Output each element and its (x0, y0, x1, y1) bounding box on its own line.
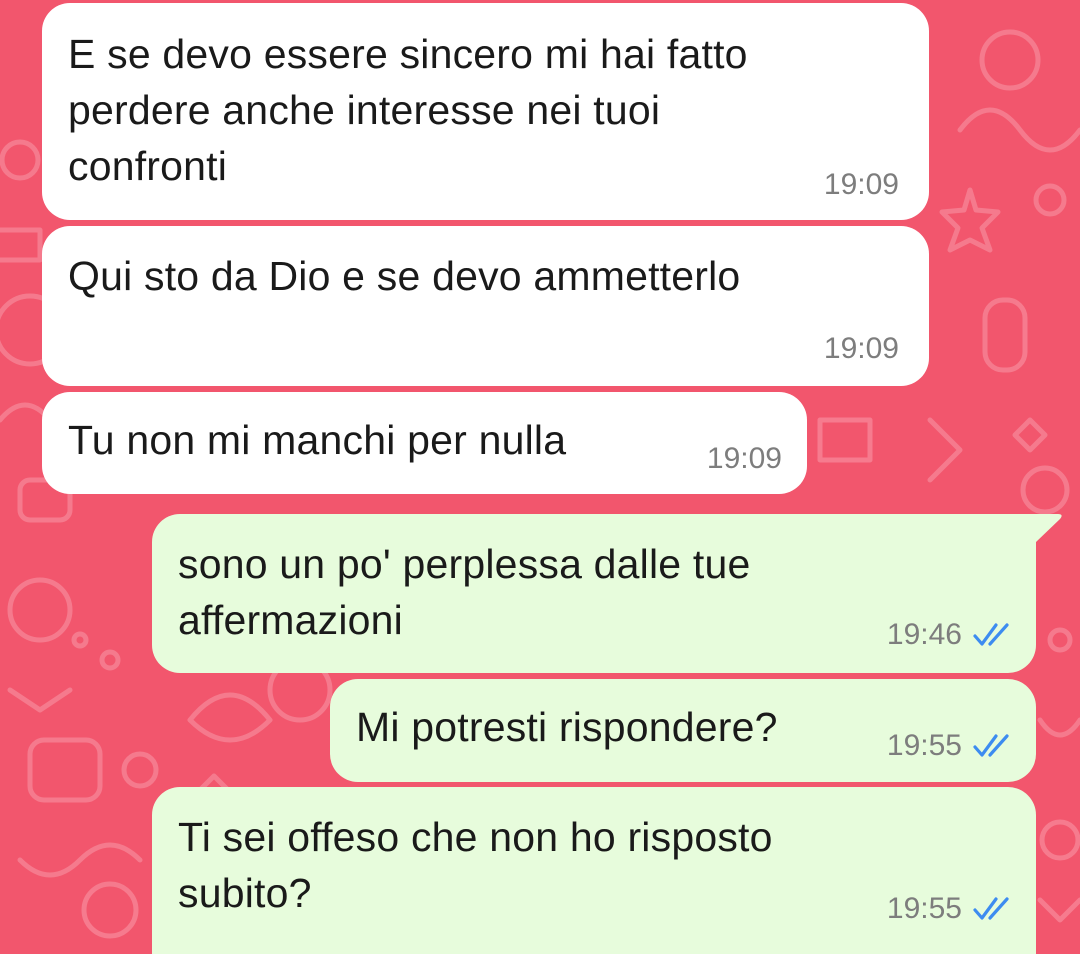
double-check-icon (973, 897, 1009, 920)
message-text: Ti sei offeso che non ho risposto subito… (178, 814, 773, 916)
double-check-icon (973, 734, 1009, 757)
incoming-message-bubble[interactable]: E se devo essere sincero mi hai fatto pe… (42, 3, 929, 220)
message-text: Qui sto da Dio e se devo ammetterlo (68, 253, 741, 299)
double-check-icon (973, 623, 1009, 646)
bubble-tail (1034, 514, 1062, 542)
message-text: sono un po' perplessa dalle tue affermaz… (178, 541, 751, 643)
outgoing-message-bubble[interactable]: Mi potresti rispondere? 19:55 (330, 679, 1036, 782)
message-timestamp: 19:46 (886, 618, 962, 651)
outgoing-message-bubble[interactable]: sono un po' perplessa dalle tue affermaz… (152, 514, 1036, 673)
incoming-message-bubble[interactable]: Tu non mi manchi per nulla 19:09 (42, 392, 807, 494)
message-text: Tu non mi manchi per nulla (68, 417, 567, 463)
message-timestamp: 19:09 (706, 442, 782, 475)
incoming-message-bubble[interactable]: Qui sto da Dio e se devo ammetterlo 19:0… (42, 226, 929, 386)
message-timestamp: 19:55 (886, 729, 962, 762)
message-text: Mi potresti rispondere? (356, 704, 778, 750)
message-timestamp: 19:09 (823, 168, 899, 201)
message-timestamp: 19:55 (886, 892, 962, 925)
message-timestamp: 19:09 (823, 332, 899, 365)
chat-message-list: E se devo essere sincero mi hai fatto pe… (0, 0, 1080, 954)
message-text: E se devo essere sincero mi hai fatto pe… (68, 31, 748, 189)
outgoing-message-bubble[interactable]: Ti sei offeso che non ho risposto subito… (152, 787, 1036, 954)
